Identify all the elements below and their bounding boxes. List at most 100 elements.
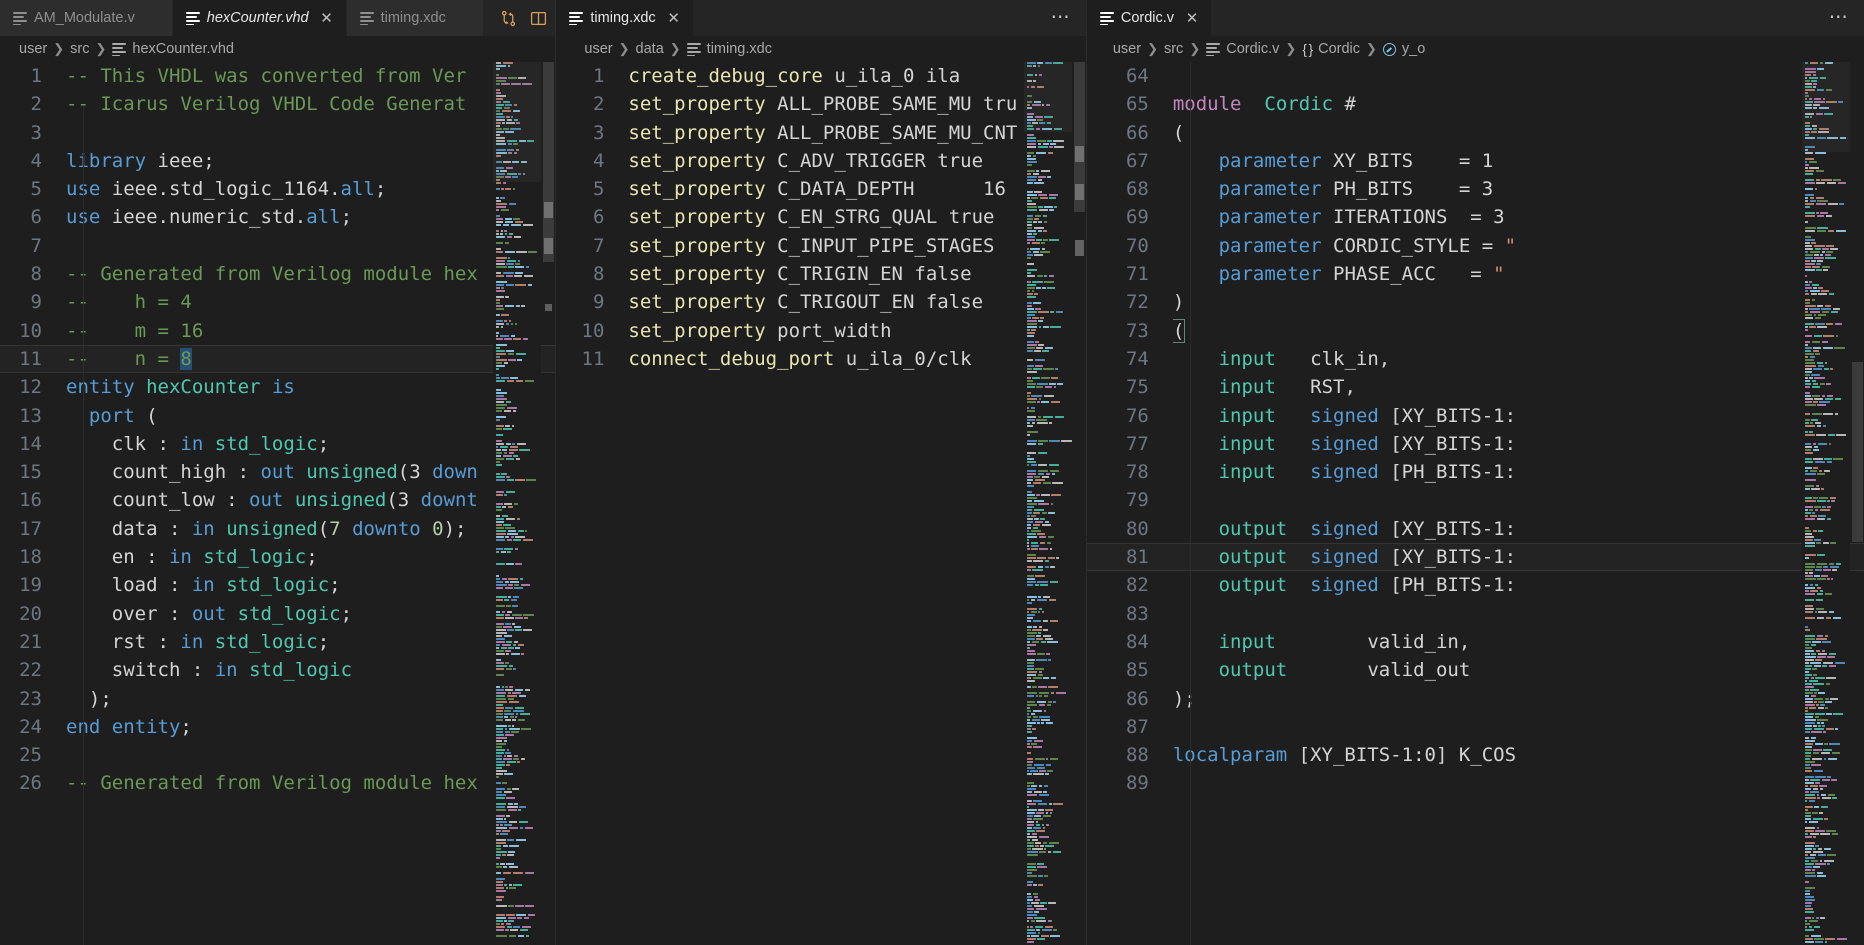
chevron-right-icon: ❯ bbox=[1285, 41, 1297, 56]
breadcrumb-label: y_o bbox=[1401, 41, 1426, 57]
code-area-group-1[interactable]: 1 -- This VHDL was converted from Ver 2 -- … bbox=[0, 62, 556, 945]
file-icon bbox=[185, 11, 200, 26]
tab-timing-xdc[interactable]: timing.xdc ✕ bbox=[346, 0, 484, 36]
line-number: 66 bbox=[1125, 121, 1149, 144]
line-number: 78 bbox=[1125, 461, 1149, 484]
minimap-group-1[interactable] bbox=[493, 62, 542, 945]
close-icon[interactable]: ✕ bbox=[320, 11, 334, 26]
tab-am-modulate-v[interactable]: AM_Modulate.v ✕ bbox=[0, 0, 173, 36]
vertical-scrollbar-group-1[interactable] bbox=[541, 62, 555, 945]
line-number: 74 bbox=[1125, 347, 1149, 370]
line-number: 68 bbox=[1125, 178, 1149, 201]
line-number: 13 bbox=[19, 404, 42, 427]
line-content: -- Generated from Verilog module hex bbox=[66, 772, 478, 795]
code-line: 69 parameter ITERATIONS = 3 bbox=[1087, 203, 1864, 231]
tab-hexcounter-vhd[interactable]: hexCounter.vhd ✕ bbox=[172, 0, 347, 36]
line-content: en : in std_logic; bbox=[66, 546, 318, 569]
tab-timing-xdc-group2[interactable]: timing.xdc ✕ bbox=[556, 0, 694, 36]
split-editor-icon[interactable] bbox=[526, 5, 552, 31]
line-number: 71 bbox=[1125, 263, 1149, 286]
breadcrumb-item-src[interactable]: src bbox=[1164, 41, 1183, 57]
file-icon bbox=[1099, 11, 1114, 26]
breadcrumb-item-user[interactable]: user bbox=[584, 41, 612, 57]
breadcrumb-label: user bbox=[584, 41, 613, 57]
code-line: 84 input valid_in, bbox=[1087, 628, 1864, 656]
file-icon bbox=[112, 42, 127, 57]
code-line: 2 set_property ALL_PROBE_SAME_MU tru bbox=[556, 90, 1085, 118]
code-line: 85 output valid_out bbox=[1087, 656, 1864, 684]
line-content: use ieee.numeric_std.all; bbox=[66, 206, 353, 229]
breadcrumb-item-data[interactable]: data bbox=[636, 41, 664, 57]
breadcrumb-item-file[interactable]: hexCounter.vhd bbox=[112, 41, 234, 57]
tab-label: hexCounter.vhd bbox=[206, 10, 309, 26]
chevron-right-icon: ❯ bbox=[1147, 41, 1158, 56]
line-number: 9 bbox=[592, 291, 605, 314]
field-icon bbox=[1382, 42, 1396, 56]
minimap-slider[interactable] bbox=[1802, 62, 1851, 152]
vertical-scrollbar-group-2[interactable] bbox=[1072, 62, 1086, 945]
code-line: 80 output signed [XY_BITS-1: bbox=[1087, 515, 1864, 543]
minimap-slider[interactable] bbox=[1023, 62, 1072, 132]
code-line: 68 parameter PH_BITS = 3 bbox=[1087, 175, 1864, 203]
line-number: 10 bbox=[19, 319, 42, 342]
line-content: entity hexCounter is bbox=[66, 376, 295, 399]
code-line: 73 ( bbox=[1087, 317, 1864, 345]
more-actions-icon[interactable]: ⋯ bbox=[1048, 5, 1074, 31]
line-number: 77 bbox=[1125, 432, 1149, 455]
close-icon[interactable]: ✕ bbox=[1185, 11, 1199, 26]
line-content: set_property C_DATA_DEPTH 16 bbox=[628, 178, 1006, 201]
line-content: parameter XY_BITS = 1 bbox=[1218, 149, 1494, 172]
tab-bar-group-1: AM_Modulate.v ✕ hexCounter.vhd ✕ timing.… bbox=[0, 0, 556, 36]
line-number: 80 bbox=[1125, 517, 1149, 540]
line-number: 87 bbox=[1125, 715, 1149, 738]
line-content: port ( bbox=[88, 404, 158, 427]
line-content: -- Icarus Verilog VHDL Code Generat bbox=[66, 93, 467, 116]
line-number: 17 bbox=[19, 517, 42, 540]
breadcrumb-label: Cordic.v bbox=[1226, 41, 1280, 57]
breadcrumb-item-symbol-field[interactable]: y_o bbox=[1382, 41, 1426, 57]
chevron-right-icon: ❯ bbox=[1366, 41, 1377, 56]
breadcrumb-item-user[interactable]: user bbox=[19, 41, 47, 57]
tab-actions-group-1: ⋯ bbox=[484, 0, 556, 36]
code-line: 10 set_property port_width bbox=[556, 317, 1085, 345]
breadcrumb-item-file[interactable]: Cordic.v bbox=[1206, 41, 1279, 57]
line-content: input valid_in, bbox=[1218, 630, 1471, 653]
tab-cordic-v[interactable]: Cordic.v ✕ bbox=[1086, 0, 1213, 36]
line-content: output signed [PH_BITS-1: bbox=[1218, 574, 1517, 597]
minimap-group-3[interactable] bbox=[1802, 62, 1851, 945]
scrollbar-thumb[interactable] bbox=[1852, 362, 1864, 542]
code-line: 76 input signed [XY_BITS-1: bbox=[1087, 402, 1864, 430]
scrollbar-decoration bbox=[544, 202, 554, 218]
minimap-group-2[interactable] bbox=[1023, 62, 1072, 945]
line-content: use ieee.std_logic_1164.all; bbox=[66, 178, 387, 201]
code-line: 83 bbox=[1087, 600, 1864, 628]
close-icon[interactable]: ✕ bbox=[667, 11, 681, 26]
vertical-scrollbar-group-3[interactable] bbox=[1850, 62, 1864, 945]
code-line: 65 module Cordic # bbox=[1087, 90, 1864, 118]
breadcrumb-label: data bbox=[635, 41, 664, 57]
file-icon bbox=[686, 42, 701, 57]
editor-group-1: AM_Modulate.v ✕ hexCounter.vhd ✕ timing.… bbox=[0, 0, 556, 945]
compare-changes-icon[interactable] bbox=[496, 5, 522, 31]
breadcrumb-item-symbol-module[interactable]: { } Cordic bbox=[1302, 41, 1360, 57]
breadcrumb-group-1: user ❯ src ❯ hexCounter.vhd bbox=[0, 36, 556, 62]
chevron-right-icon: ❯ bbox=[1189, 41, 1201, 56]
line-number: 8 bbox=[592, 263, 605, 286]
breadcrumb-item-user[interactable]: user bbox=[1113, 41, 1141, 57]
line-number: 22 bbox=[19, 659, 42, 682]
minimap-slider[interactable] bbox=[493, 62, 542, 182]
code-area-group-3[interactable]: 64 65 module Cordic # 66 (67 parameter XY_BI… bbox=[1086, 62, 1864, 945]
scrollbar-thumb[interactable] bbox=[543, 62, 555, 262]
breadcrumb-item-src[interactable]: src bbox=[70, 41, 89, 57]
line-content: ); bbox=[1172, 687, 1196, 710]
code-area-group-2[interactable]: 1 create_debug_core u_ila_0 ila 2 set_prope… bbox=[556, 62, 1086, 945]
chevron-right-icon: ❯ bbox=[669, 41, 681, 56]
more-actions-icon[interactable]: ⋯ bbox=[1826, 5, 1852, 31]
line-content: parameter PH_BITS = 3 bbox=[1218, 178, 1494, 201]
line-content: -- This VHDL was converted from Ver bbox=[66, 65, 467, 87]
line-number: 4 bbox=[30, 149, 42, 172]
breadcrumb-item-file[interactable]: timing.xdc bbox=[686, 41, 772, 57]
scrollbar-decoration bbox=[545, 304, 553, 311]
line-content: set_property C_ADV_TRIGGER true bbox=[628, 149, 984, 172]
code-line: 72) bbox=[1087, 288, 1864, 316]
